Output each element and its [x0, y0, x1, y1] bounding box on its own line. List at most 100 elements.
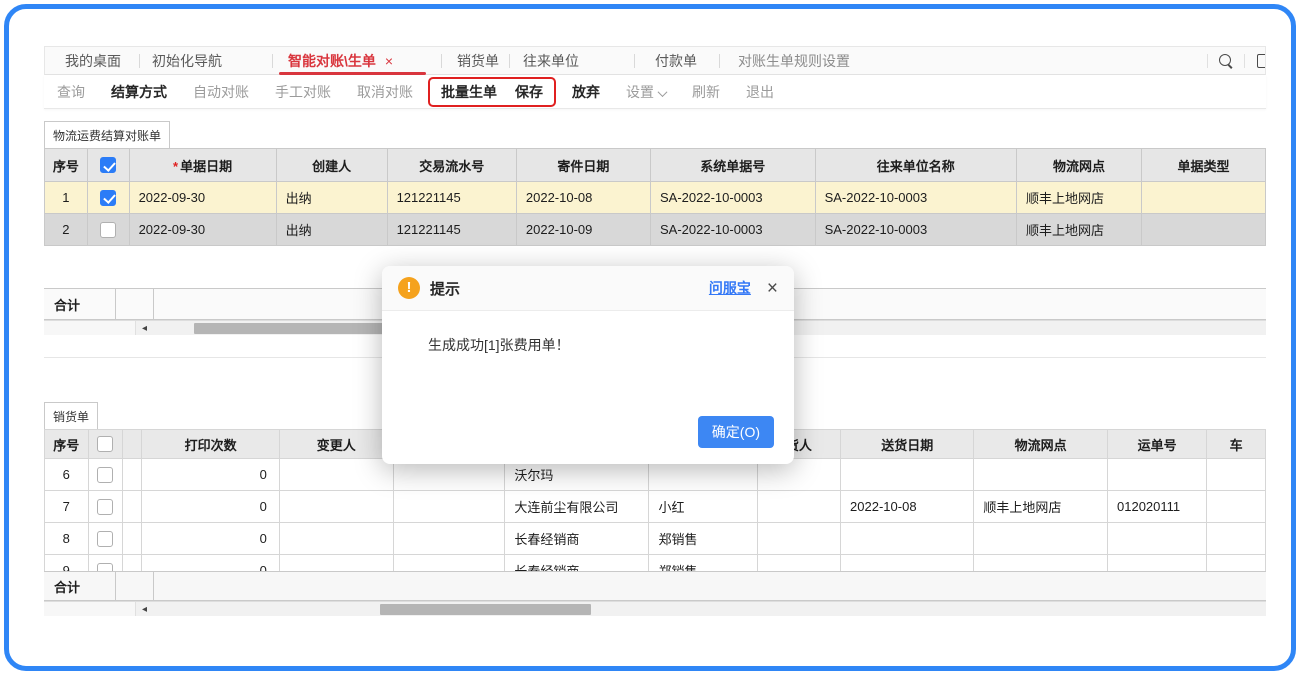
cell-narrow	[122, 555, 141, 572]
cell-person: 郑销售	[649, 523, 757, 555]
table-row[interactable]: 8 0 长春经销商 郑销售	[45, 523, 1266, 555]
tab-payment-order[interactable]: 付款单	[635, 47, 720, 74]
highlight-red-box: 批量生单 保存	[428, 77, 556, 107]
cell-site: 顺丰上地网店	[1017, 182, 1142, 214]
required-marker: *	[173, 159, 178, 174]
toolbar-auto-reconcile-button[interactable]: 自动对账	[193, 82, 249, 102]
sales-total-row: 合计	[44, 571, 1266, 601]
tabbar-right-icons	[1197, 47, 1265, 75]
prompt-dialog: ! 提示 问服宝 × 生成成功[1]张费用单！ 确定(O)	[382, 266, 794, 464]
tab-partners[interactable]: 往来单位	[510, 47, 635, 74]
row-checkbox[interactable]	[97, 499, 113, 515]
close-icon[interactable]: ×	[767, 279, 778, 298]
cell-empty	[393, 491, 505, 523]
content-panel: 我的桌面 初始化导航 智能对账\生单 × 销货单 往来单位 付款单 对账生单规则…	[44, 46, 1266, 646]
warning-icon: !	[398, 277, 420, 299]
table-row[interactable]: 2 2022-09-30 出纳 121221145 2022-10-09 SA-…	[45, 214, 1266, 246]
toolbar: 查询 结算方式 自动对账 手工对账 取消对账 批量生单 保存 放弃 设置 刷新 …	[44, 75, 1266, 109]
grid-tab-label: 物流运费结算对账单	[53, 127, 161, 144]
cell-waybill	[1108, 523, 1207, 555]
col-logistics-site: 物流网点	[1017, 149, 1142, 182]
tab-label: 初始化导航	[152, 51, 222, 71]
toolbar-manual-reconcile-button[interactable]: 手工对账	[275, 82, 331, 102]
col-print-count: 打印次数	[142, 430, 279, 459]
table-row[interactable]: 7 0 大连前尘有限公司 小红 2022-10-08 顺丰上地网店 012020…	[45, 491, 1266, 523]
tab-sales-order[interactable]: 销货单	[442, 47, 510, 74]
search-icon[interactable]	[1218, 53, 1234, 69]
scrollbar-thumb[interactable]	[380, 604, 591, 615]
sales-table-tab[interactable]: 销货单	[44, 402, 98, 429]
col-creator: 创建人	[276, 149, 387, 182]
toolbar-exit-button[interactable]: 退出	[746, 82, 774, 102]
cell-doc-date: 2022-09-30	[129, 214, 276, 246]
list-icon[interactable]	[1257, 54, 1265, 68]
tab-rule-settings[interactable]: 对账生单规则设置	[720, 47, 940, 74]
chevron-down-icon	[658, 87, 668, 97]
col-txn-no: 交易流水号	[387, 149, 516, 182]
cell-vehicle	[1207, 523, 1266, 555]
tab-my-desktop[interactable]: 我的桌面	[45, 47, 140, 74]
scroll-left-icon[interactable]: ◂	[142, 322, 147, 335]
cell-delivery-date	[841, 523, 974, 555]
table-row-clipped[interactable]: 9 0 长春经销商 郑销售	[45, 555, 1266, 572]
select-all-checkbox[interactable]	[100, 157, 116, 173]
toolbar-settlement-method-button[interactable]: 结算方式	[111, 82, 167, 102]
reconcile-table-tab[interactable]: 物流运费结算对账单	[44, 121, 170, 148]
cell-creator: 出纳	[276, 182, 387, 214]
cell-delivery-date	[841, 459, 974, 491]
cell-vehicle	[1207, 555, 1266, 572]
dialog-footer: 确定(O)	[698, 416, 774, 448]
app-frame: 我的桌面 初始化导航 智能对账\生单 × 销货单 往来单位 付款单 对账生单规则…	[4, 4, 1296, 671]
cell-site	[974, 459, 1108, 491]
cell-consignee	[757, 523, 840, 555]
cell-changer	[279, 555, 393, 572]
scrollbar-left-pane	[44, 321, 136, 335]
cell-checkbox	[88, 491, 122, 523]
cell-seq: 9	[45, 555, 89, 572]
toolbar-save-button[interactable]: 保存	[515, 82, 543, 102]
cell-person: 郑销售	[649, 555, 757, 572]
toolbar-cancel-reconcile-button[interactable]: 取消对账	[357, 82, 413, 102]
tab-smart-reconcile[interactable]: 智能对账\生单 ×	[273, 47, 442, 74]
confirm-button[interactable]: 确定(O)	[698, 416, 774, 448]
cell-checkbox	[87, 214, 129, 246]
col-ship-date: 寄件日期	[516, 149, 650, 182]
col-doc-type: 单据类型	[1141, 149, 1265, 182]
total-empty-cell	[116, 289, 154, 319]
row-checkbox[interactable]	[97, 563, 113, 572]
close-icon[interactable]: ×	[385, 53, 393, 69]
toolbar-refresh-button[interactable]: 刷新	[692, 82, 720, 102]
cell-checkbox	[87, 182, 129, 214]
cell-narrow	[122, 523, 141, 555]
row-checkbox[interactable]	[97, 467, 113, 483]
toolbar-query-button[interactable]: 查询	[57, 82, 85, 102]
cell-partner: SA-2022-10-0003	[815, 182, 1016, 214]
cell-empty	[393, 555, 505, 572]
select-all-checkbox[interactable]	[97, 436, 113, 452]
dialog-header: ! 提示 问服宝 ×	[382, 266, 794, 311]
row-checkbox[interactable]	[97, 531, 113, 547]
cell-empty	[393, 523, 505, 555]
toolbar-settings-button[interactable]: 设置	[626, 82, 666, 102]
row-checkbox[interactable]	[100, 222, 116, 238]
row-checkbox[interactable]	[100, 190, 116, 206]
cell-vehicle	[1207, 491, 1266, 523]
cell-consignee	[757, 555, 840, 572]
col-select-all	[87, 149, 129, 182]
dialog-message: 生成成功[1]张费用单！	[382, 311, 794, 355]
col-partner-name: 往来单位名称	[815, 149, 1016, 182]
col-delivery-date: 送货日期	[841, 430, 974, 459]
grid-tab-label: 销货单	[53, 408, 89, 425]
cell-customer: 长春经销商	[505, 555, 649, 572]
help-link[interactable]: 问服宝	[709, 278, 751, 298]
cell-consignee	[757, 491, 840, 523]
divider	[1207, 54, 1208, 68]
cell-site	[974, 555, 1108, 572]
cell-seq: 8	[45, 523, 89, 555]
tab-init-nav[interactable]: 初始化导航	[140, 47, 273, 74]
toolbar-batch-generate-button[interactable]: 批量生单	[441, 82, 497, 102]
cell-seq: 1	[45, 182, 88, 214]
table-row[interactable]: 1 2022-09-30 出纳 121221145 2022-10-08 SA-…	[45, 182, 1266, 214]
scroll-left-icon[interactable]: ◂	[142, 603, 147, 616]
toolbar-discard-button[interactable]: 放弃	[572, 82, 600, 102]
